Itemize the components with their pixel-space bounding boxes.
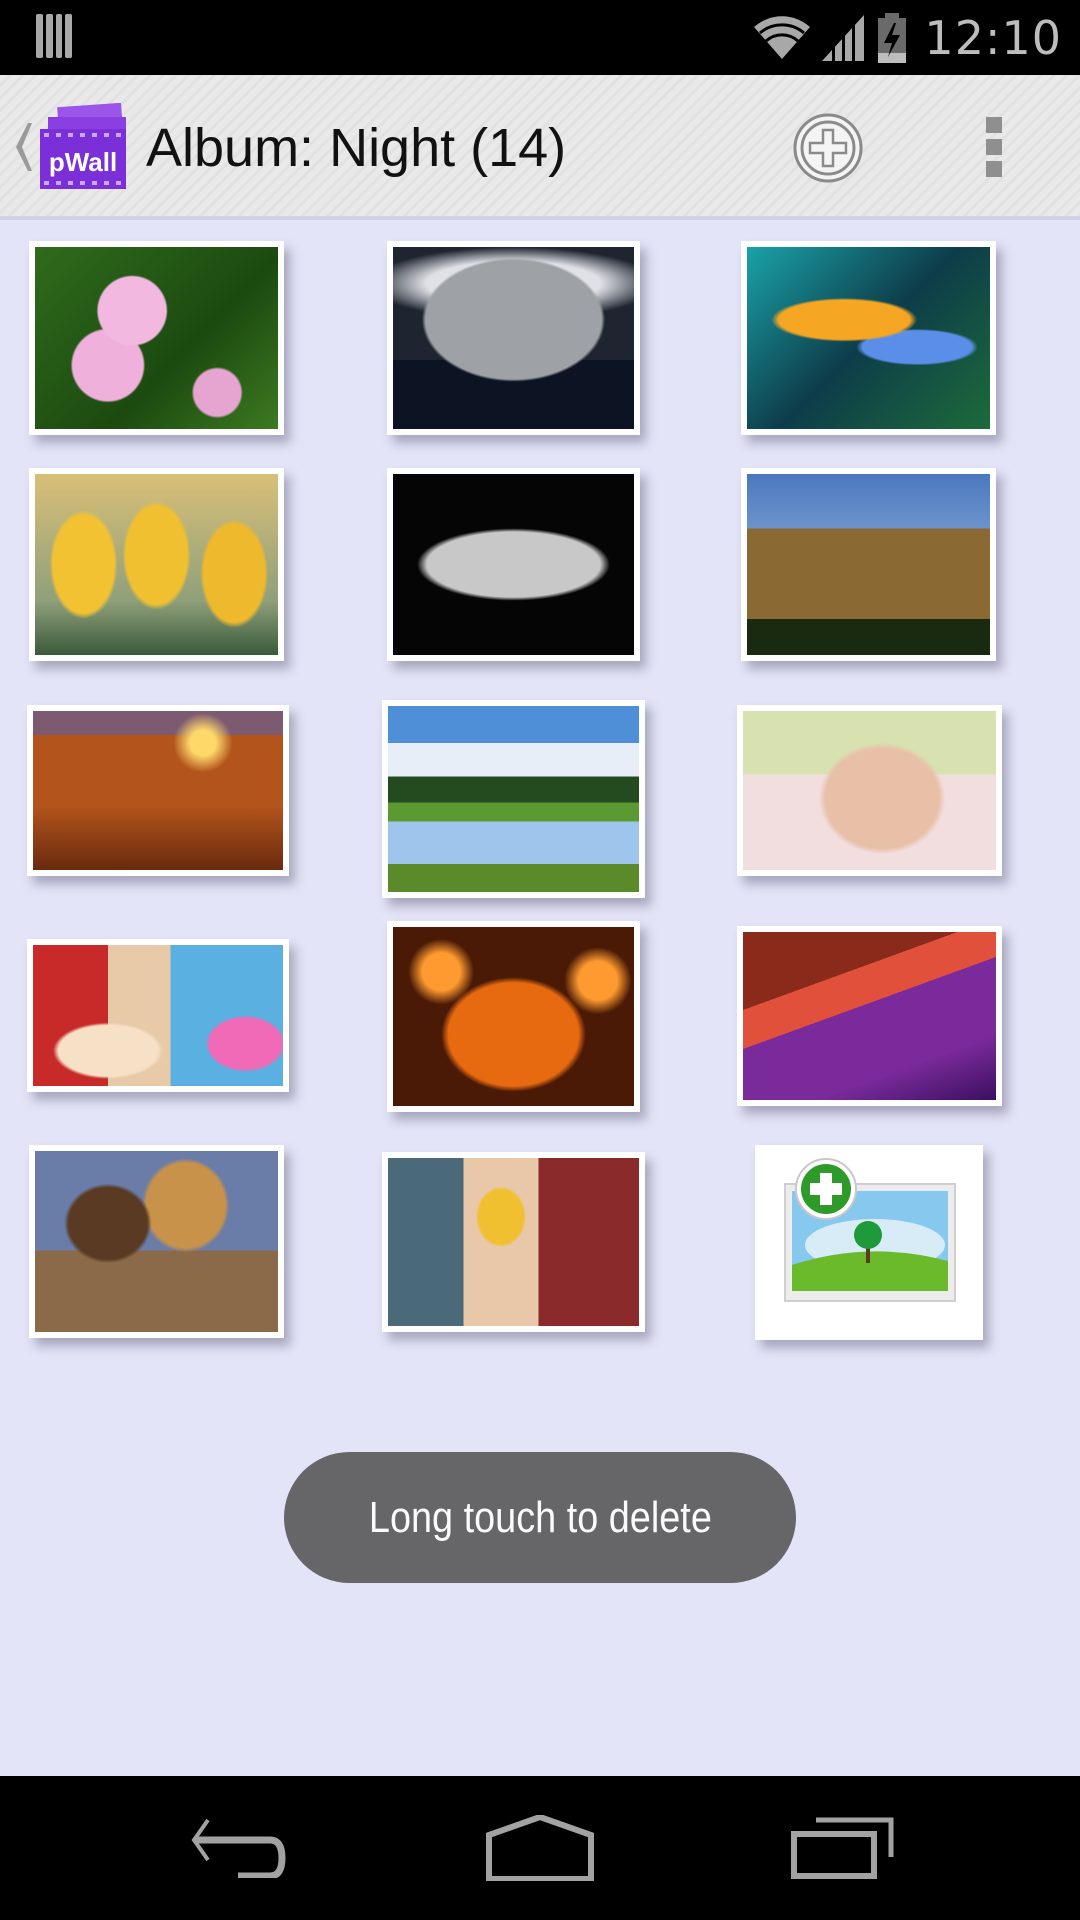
back-button[interactable] bbox=[170, 1806, 310, 1890]
photo-tulips bbox=[35, 474, 278, 655]
photo-tile[interactable] bbox=[741, 468, 996, 661]
wifi-icon bbox=[754, 16, 811, 59]
toast-message: Long touch to delete bbox=[368, 1492, 712, 1542]
photo-tile[interactable] bbox=[382, 1152, 645, 1332]
app-logo[interactable]: pWall bbox=[40, 102, 130, 191]
notification-icon bbox=[36, 14, 72, 58]
photo-canyon bbox=[33, 711, 283, 870]
add-circle-icon[interactable] bbox=[792, 112, 864, 184]
photo-puppies bbox=[35, 1151, 278, 1332]
cell-signal-icon bbox=[822, 13, 865, 63]
photo-tile[interactable] bbox=[387, 241, 640, 435]
photo-tile[interactable] bbox=[29, 241, 284, 435]
photo-castle bbox=[747, 474, 990, 655]
home-icon bbox=[486, 1815, 594, 1881]
page-title: Album: Night (14) bbox=[146, 118, 567, 178]
navigation-bar bbox=[0, 1776, 1080, 1920]
photo-friends-toast bbox=[388, 1158, 639, 1326]
app-logo-text: pWall bbox=[49, 147, 117, 177]
recents-icon bbox=[791, 1817, 894, 1879]
photo-tile[interactable] bbox=[27, 705, 289, 876]
photo-baby bbox=[743, 711, 996, 870]
home-button[interactable] bbox=[470, 1806, 610, 1890]
photo-birthday bbox=[33, 945, 283, 1086]
photo-bird-of-paradise bbox=[747, 247, 990, 429]
photo-pumpkin bbox=[393, 927, 634, 1106]
photo-tile[interactable] bbox=[29, 468, 284, 661]
back-icon bbox=[191, 1818, 286, 1878]
photo-tile[interactable] bbox=[741, 241, 996, 435]
toast: Long touch to delete bbox=[284, 1452, 796, 1583]
photo-slot-canyon bbox=[743, 932, 996, 1100]
recents-button[interactable] bbox=[772, 1806, 912, 1890]
photo-tile[interactable] bbox=[27, 939, 289, 1092]
photo-tile[interactable] bbox=[387, 468, 640, 661]
add-photo-tile[interactable] bbox=[755, 1145, 983, 1340]
clock: 12:10 bbox=[924, 11, 1062, 65]
photo-tile[interactable] bbox=[737, 705, 1002, 876]
up-caret-icon[interactable] bbox=[12, 123, 32, 171]
photo-orchids bbox=[35, 247, 278, 429]
photo-tile[interactable] bbox=[382, 700, 645, 898]
photo-moon bbox=[393, 247, 634, 429]
add-photo-icon bbox=[784, 1158, 956, 1302]
photo-tile[interactable] bbox=[737, 926, 1002, 1106]
overflow-menu-icon[interactable] bbox=[986, 117, 1006, 179]
photo-car bbox=[393, 474, 634, 655]
status-bar: 12:10 bbox=[0, 0, 1080, 75]
battery-charging-icon bbox=[878, 13, 907, 63]
photo-tile[interactable] bbox=[29, 1145, 284, 1338]
photo-tile[interactable] bbox=[387, 921, 640, 1112]
action-bar: pWall Album: Night (14) bbox=[0, 75, 1080, 220]
photo-mountain-lake bbox=[388, 706, 639, 892]
